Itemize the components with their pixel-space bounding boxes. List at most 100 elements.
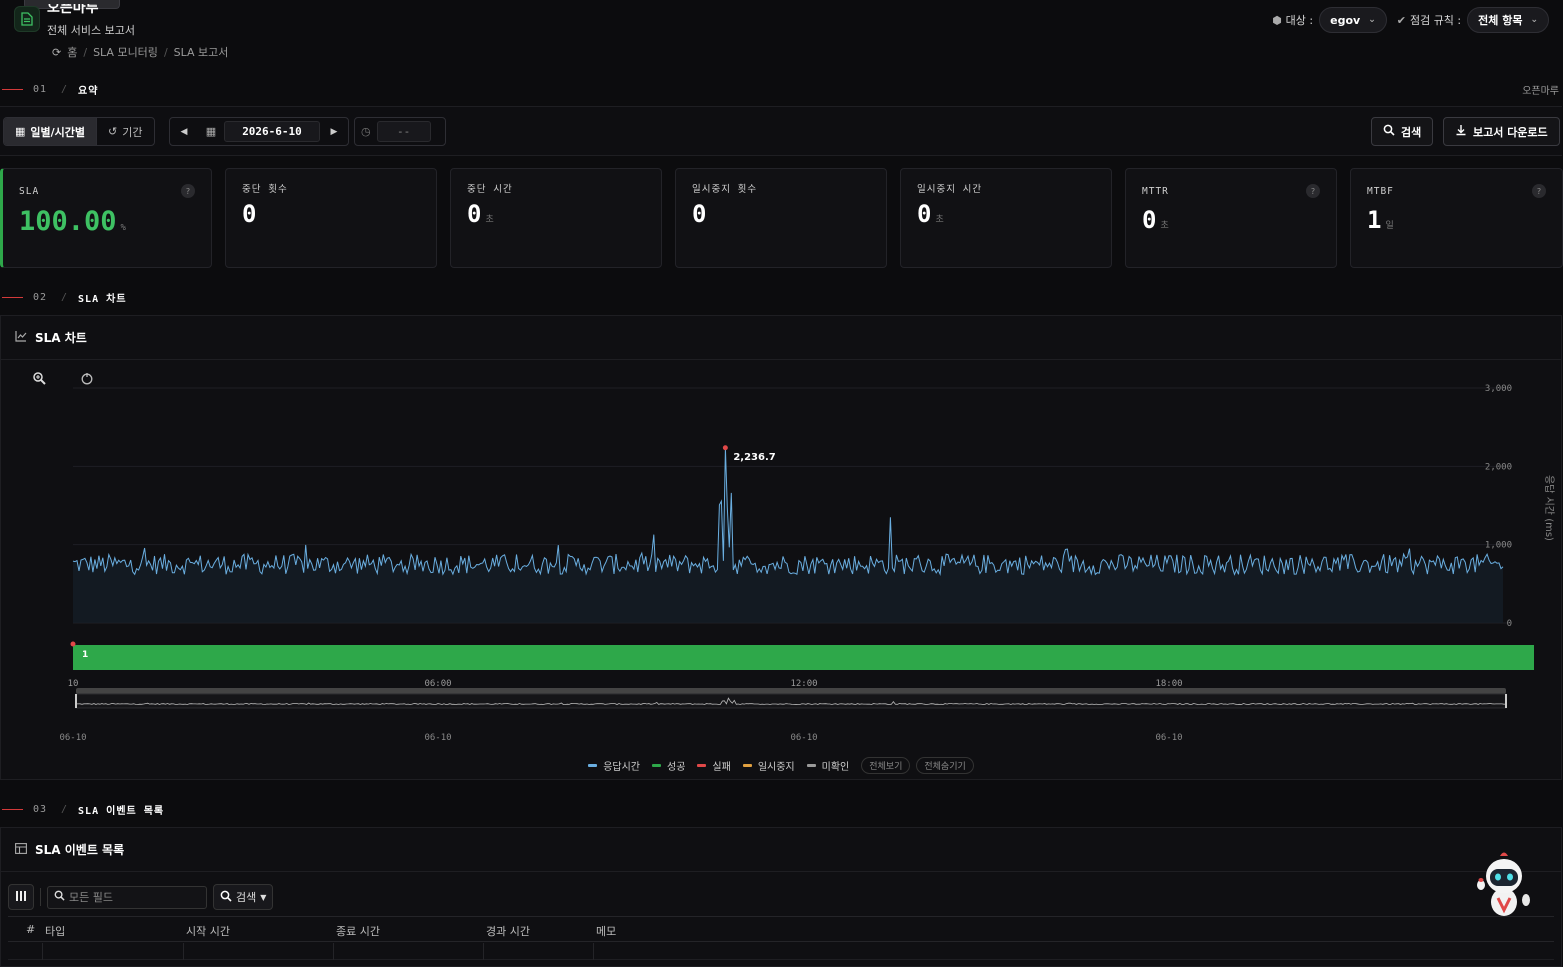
card-pause-count: 일시중지 횟수 0: [675, 168, 887, 268]
section-owner: 오픈마루: [1522, 86, 1559, 97]
download-icon: [1455, 124, 1467, 139]
x-tick-label: 18:00: [1155, 679, 1182, 689]
x-tick-label: 10: [68, 679, 79, 689]
rule-select[interactable]: 전체 항목 ⌄: [1467, 7, 1549, 33]
line-chart-icon: [15, 330, 27, 345]
status-bar-label: 1: [82, 650, 88, 660]
navigator-tick-label: 06-10: [1155, 733, 1182, 743]
page-header: 오픈마루 전체 서비스 보고서 ⟳ 홈 / SLA 모니터링 / SLA 보고서…: [0, 0, 1563, 64]
breadcrumb-sla-monitoring[interactable]: SLA 모니터링: [93, 44, 158, 60]
columns-button[interactable]: [8, 884, 34, 910]
col-memo[interactable]: 메모: [596, 923, 616, 939]
app-subtitle: 전체 서비스 보고서: [47, 24, 135, 37]
card-pause-time: 일시중지 시간 0초: [900, 168, 1112, 268]
breadcrumb-home[interactable]: 홈: [67, 44, 77, 60]
mode-period-button[interactable]: ↺ 기간: [97, 118, 153, 145]
card-mtbf: MTBF ? 1일: [1350, 168, 1563, 268]
target-select[interactable]: egov ⌄: [1319, 7, 1387, 33]
y-axis-title: 응답 시간 (ms): [1543, 475, 1555, 541]
time-picker: ◷ --: [354, 117, 446, 146]
sla-value: 100.00%: [19, 206, 126, 237]
calendar-icon: ▦: [205, 125, 217, 138]
y-tick-label: 0: [1507, 619, 1512, 629]
navigator-labels: 06-10 06-10 06-10 06-10: [59, 733, 1182, 743]
legend-unknown[interactable]: 미확인: [806, 758, 849, 773]
navigator-tick-label: 06-10: [424, 733, 451, 743]
card-outage-time: 중단 시간 0초: [450, 168, 662, 268]
target-label: ⬢ 대상 :: [1272, 13, 1314, 28]
navigator-handle-right[interactable]: [1505, 694, 1507, 708]
navigator-tick-label: 06-10: [790, 733, 817, 743]
caret-down-icon: ▼: [260, 892, 267, 902]
refresh-icon[interactable]: ⟳: [52, 46, 61, 59]
section-summary-heading: 01 / 요약: [0, 82, 98, 97]
date-input[interactable]: 2026-6-10: [224, 121, 320, 142]
section-chart-heading: 02 / SLA 차트: [0, 290, 127, 305]
rule-label: ✔ 점검 규칙 :: [1396, 13, 1462, 28]
section-events-heading: 03 / SLA 이벤트 목록: [0, 802, 164, 817]
search-icon: [54, 890, 65, 904]
x-tick-label: 06:00: [424, 679, 451, 689]
download-report-button[interactable]: 보고서 다운로드: [1443, 117, 1560, 146]
col-elapsed-time[interactable]: 경과 시간: [486, 923, 530, 939]
navigator-track[interactable]: [76, 688, 1506, 694]
navigator-handle-left[interactable]: [75, 694, 77, 708]
status-start-point: [70, 641, 76, 647]
events-table-header: # 타입 시작 시간 종료 시간 경과 시간 메모: [8, 916, 1554, 942]
col-index[interactable]: #: [26, 923, 35, 936]
legend-failure[interactable]: 실패: [697, 758, 731, 773]
card-outage-count: 중단 횟수 0: [225, 168, 437, 268]
history-icon: ↺: [108, 125, 118, 138]
prev-date-button[interactable]: ◀: [170, 127, 198, 137]
peak-point: [722, 445, 728, 451]
next-date-button[interactable]: ▶: [320, 127, 348, 137]
chart-legend: 응답시간 성공 실패 일시중지 미확인 전체보기 전체숨기기: [0, 757, 1562, 774]
table-search-placeholder: 모든 필드: [69, 891, 113, 904]
table-toolbar: 모든 필드 검색 ▼: [8, 884, 274, 910]
hide-all-button[interactable]: 전체숨기기: [916, 757, 974, 774]
document-icon: [14, 6, 40, 32]
assistant-mascot[interactable]: [1474, 850, 1534, 920]
help-icon[interactable]: ?: [1532, 184, 1546, 198]
navigator-window[interactable]: [75, 693, 1507, 709]
breadcrumb: ⟳ 홈 / SLA 모니터링 / SLA 보고서: [52, 44, 229, 60]
x-tick-label: 12:00: [790, 679, 817, 689]
date-picker: ◀ ▦ 2026-6-10 ▶: [169, 117, 349, 146]
mode-toggle: ▦ 일별/시간별 ↺ 기간: [3, 117, 155, 146]
legend-success[interactable]: 성공: [652, 758, 685, 773]
breadcrumb-sla-report: SLA 보고서: [173, 46, 229, 59]
legend-response-time[interactable]: 응답시간: [588, 758, 640, 773]
card-sla: SLA ? 100.00%: [0, 168, 212, 268]
y-tick-label: 2,000: [1485, 462, 1512, 472]
peak-label: 2,236.7: [733, 452, 775, 463]
y-tick-label: 3,000: [1485, 384, 1512, 394]
x-axis-labels: 10 06:00 12:00 18:00: [68, 679, 1183, 689]
chevron-down-icon: ⌄: [1368, 15, 1376, 25]
filter-toolbar: ▦ 일별/시간별 ↺ 기간 ◀ ▦ 2026-6-10 ▶ ◷ -- 검색 보고…: [0, 106, 1562, 156]
chart-panel-title: SLA 차트: [35, 331, 87, 345]
cube-icon: ⬢: [1272, 13, 1282, 27]
clock-icon: ◷: [361, 125, 371, 138]
search-button[interactable]: 검색: [1371, 117, 1434, 146]
search-type-select[interactable]: 검색 ▼: [213, 884, 274, 910]
time-input[interactable]: --: [376, 121, 431, 142]
col-type[interactable]: 타입: [45, 923, 65, 939]
help-icon[interactable]: ?: [1306, 184, 1320, 198]
zoom-icon[interactable]: [33, 372, 46, 385]
legend-paused[interactable]: 일시중지: [742, 758, 795, 773]
y-tick-label: 1,000: [1485, 541, 1512, 551]
events-panel-title: SLA 이벤트 목록: [35, 843, 125, 857]
columns-icon: [15, 890, 27, 905]
navigator-tick-label: 06-10: [59, 733, 86, 743]
mode-daily-button[interactable]: ▦ 일별/시간별: [4, 118, 98, 145]
help-icon[interactable]: ?: [181, 184, 195, 198]
response-time-area: [73, 447, 1503, 623]
table-row: [8, 943, 1554, 960]
show-all-button[interactable]: 전체보기: [861, 757, 911, 774]
check-circle-icon: ✔: [1396, 13, 1406, 27]
col-start-time[interactable]: 시작 시간: [186, 923, 230, 939]
table-search-field[interactable]: 모든 필드: [47, 885, 207, 909]
reset-zoom-icon[interactable]: [81, 373, 93, 385]
card-mttr: MTTR ? 0초: [1125, 168, 1337, 268]
col-end-time[interactable]: 종료 시간: [336, 923, 380, 939]
